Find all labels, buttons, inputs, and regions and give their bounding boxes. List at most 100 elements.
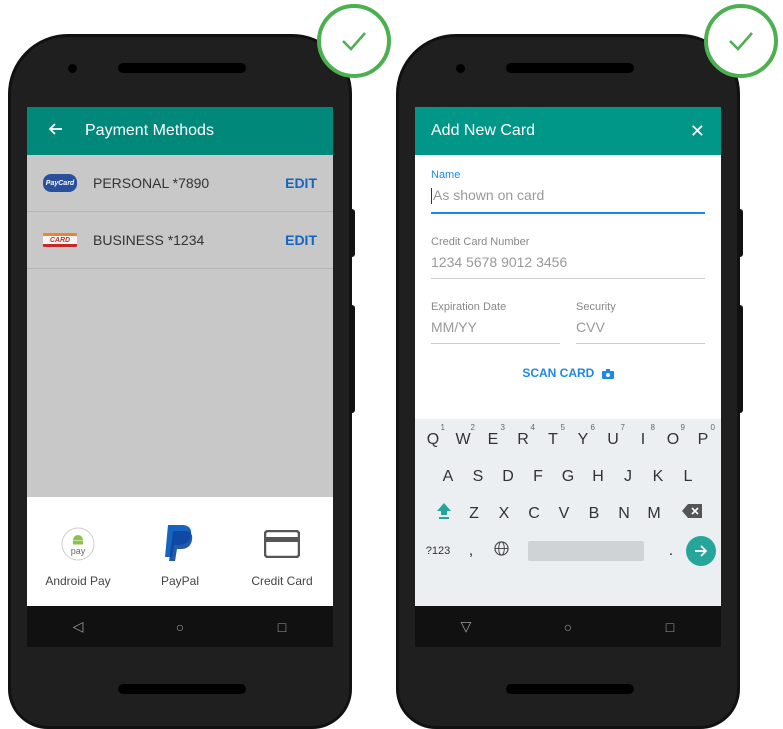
card-number-input[interactable]: 1234 5678 9012 3456	[431, 254, 705, 280]
front-camera	[456, 64, 465, 73]
security-label: Security	[576, 301, 616, 314]
earpiece-speaker	[506, 63, 634, 73]
name-placeholder: As shown on card	[433, 187, 545, 203]
expiry-label: Expiration Date	[431, 301, 507, 314]
expiry-field[interactable]: Expiration Date MM/YY	[431, 301, 560, 345]
close-icon[interactable]: ✕	[690, 121, 705, 142]
key-r[interactable]: R4	[508, 423, 538, 449]
front-camera	[68, 64, 77, 73]
key-b[interactable]: B	[579, 505, 609, 523]
key-s[interactable]: S	[463, 468, 493, 486]
system-nav-bar: ◁ ○ □	[27, 606, 333, 647]
back-arrow-icon[interactable]	[27, 122, 85, 141]
nav-recents-icon[interactable]: □	[252, 619, 312, 635]
space-key[interactable]	[528, 540, 644, 561]
saved-cards-list: PayCard PERSONAL *7890 EDIT CARD BUSINES…	[27, 155, 333, 497]
name-label: Name	[431, 169, 461, 181]
nav-home-icon[interactable]: ○	[538, 619, 598, 635]
key-o[interactable]: O9	[658, 423, 688, 449]
key-t[interactable]: T5	[538, 423, 568, 449]
card-number-label: Credit Card Number	[431, 236, 530, 249]
security-field[interactable]: Security CVV	[576, 301, 705, 345]
nav-back-icon[interactable]: ▽	[436, 618, 496, 635]
key-n[interactable]: N	[609, 505, 639, 523]
system-nav-bar: ▽ ○ □	[415, 606, 721, 647]
key-d[interactable]: D	[493, 468, 523, 486]
keyboard-row-1: Q1 W2 E3 R4 T5 Y6 U7 I8 O9 P0	[415, 421, 721, 458]
earpiece-speaker	[118, 63, 246, 73]
option-paypal[interactable]: PayPal	[132, 520, 228, 588]
key-v[interactable]: V	[549, 505, 579, 523]
key-w[interactable]: W2	[448, 423, 478, 449]
power-button	[737, 305, 743, 413]
nav-home-icon[interactable]: ○	[150, 619, 210, 635]
key-g[interactable]: G	[553, 468, 583, 486]
key-period[interactable]: .	[656, 542, 686, 560]
key-x[interactable]: X	[489, 505, 519, 523]
option-label: Android Pay	[45, 573, 111, 588]
key-l[interactable]: L	[673, 468, 703, 486]
option-credit-card[interactable]: Credit Card	[234, 520, 330, 588]
text-cursor	[431, 188, 432, 205]
keyboard-row-4: ?123 , .	[415, 532, 721, 569]
key-k[interactable]: K	[643, 468, 673, 486]
name-input[interactable]: As shown on card	[431, 187, 705, 215]
credit-card-icon	[264, 520, 300, 568]
shift-key-icon[interactable]	[429, 502, 459, 525]
payment-methods-screen: Payment Methods PayCard PERSONAL *7890 E…	[27, 107, 333, 647]
camera-icon	[601, 369, 614, 380]
card-number-field[interactable]: Credit Card Number 1234 5678 9012 3456	[431, 236, 705, 280]
expiry-security-row: Expiration Date MM/YY Security CVV	[431, 301, 705, 345]
volume-button	[349, 209, 355, 257]
business-card-logo-icon: CARD	[43, 233, 77, 247]
key-j[interactable]: J	[613, 468, 643, 486]
option-label: Credit Card	[251, 573, 313, 588]
symbols-key[interactable]: ?123	[420, 545, 456, 557]
card-name: BUSINESS *1234	[93, 232, 205, 248]
edit-button[interactable]: EDIT	[285, 175, 317, 191]
nav-back-icon[interactable]: ◁	[48, 618, 108, 635]
keyboard-row-3: Z X C V B N M	[415, 495, 721, 532]
key-h[interactable]: H	[583, 468, 613, 486]
name-field[interactable]: Name As shown on card	[431, 169, 705, 215]
key-p[interactable]: P0	[688, 423, 718, 449]
app-bar: Add New Card ✕	[415, 107, 721, 155]
volume-button	[737, 209, 743, 257]
card-row-business[interactable]: CARD BUSINESS *1234 EDIT	[27, 212, 333, 269]
add-card-form: Name As shown on card Credit Card Number…	[415, 155, 721, 419]
key-q[interactable]: Q1	[418, 423, 448, 449]
globe-key-icon[interactable]	[486, 540, 516, 561]
phone-right: Add New Card ✕ Name As shown on card Cre…	[396, 34, 743, 729]
key-comma[interactable]: ,	[456, 542, 486, 560]
app-bar: Payment Methods	[27, 107, 333, 155]
edit-button[interactable]: EDIT	[285, 232, 317, 248]
key-f[interactable]: F	[523, 468, 553, 486]
key-z[interactable]: Z	[459, 505, 489, 523]
paypal-icon	[162, 520, 198, 568]
key-i[interactable]: I8	[628, 423, 658, 449]
mockup-stage: Payment Methods PayCard PERSONAL *7890 E…	[0, 0, 783, 729]
key-m[interactable]: M	[639, 505, 669, 523]
nav-recents-icon[interactable]: □	[640, 619, 700, 635]
card-name: PERSONAL *7890	[93, 175, 210, 191]
payment-options: pay Android Pay PayPal Credit Card	[27, 497, 333, 606]
security-input[interactable]: CVV	[576, 319, 705, 345]
keyboard-row-2: A S D F G H J K L	[415, 458, 721, 495]
checkmark-badge-icon	[704, 4, 778, 78]
page-title: Payment Methods	[85, 122, 214, 139]
backspace-key-icon[interactable]	[677, 504, 707, 523]
key-c[interactable]: C	[519, 505, 549, 523]
bottom-speaker	[506, 684, 634, 694]
paycard-logo-icon: PayCard	[43, 174, 77, 192]
key-y[interactable]: Y6	[568, 423, 598, 449]
card-row-personal[interactable]: PayCard PERSONAL *7890 EDIT	[27, 155, 333, 212]
key-a[interactable]: A	[433, 468, 463, 486]
expiry-input[interactable]: MM/YY	[431, 319, 560, 345]
key-e[interactable]: E3	[478, 423, 508, 449]
android-pay-icon: pay	[61, 520, 95, 568]
key-u[interactable]: U7	[598, 423, 628, 449]
enter-arrow-icon[interactable]	[686, 535, 716, 566]
bottom-speaker	[118, 684, 246, 694]
option-android-pay[interactable]: pay Android Pay	[30, 520, 126, 588]
scan-card-button[interactable]: SCAN CARD	[431, 366, 705, 380]
